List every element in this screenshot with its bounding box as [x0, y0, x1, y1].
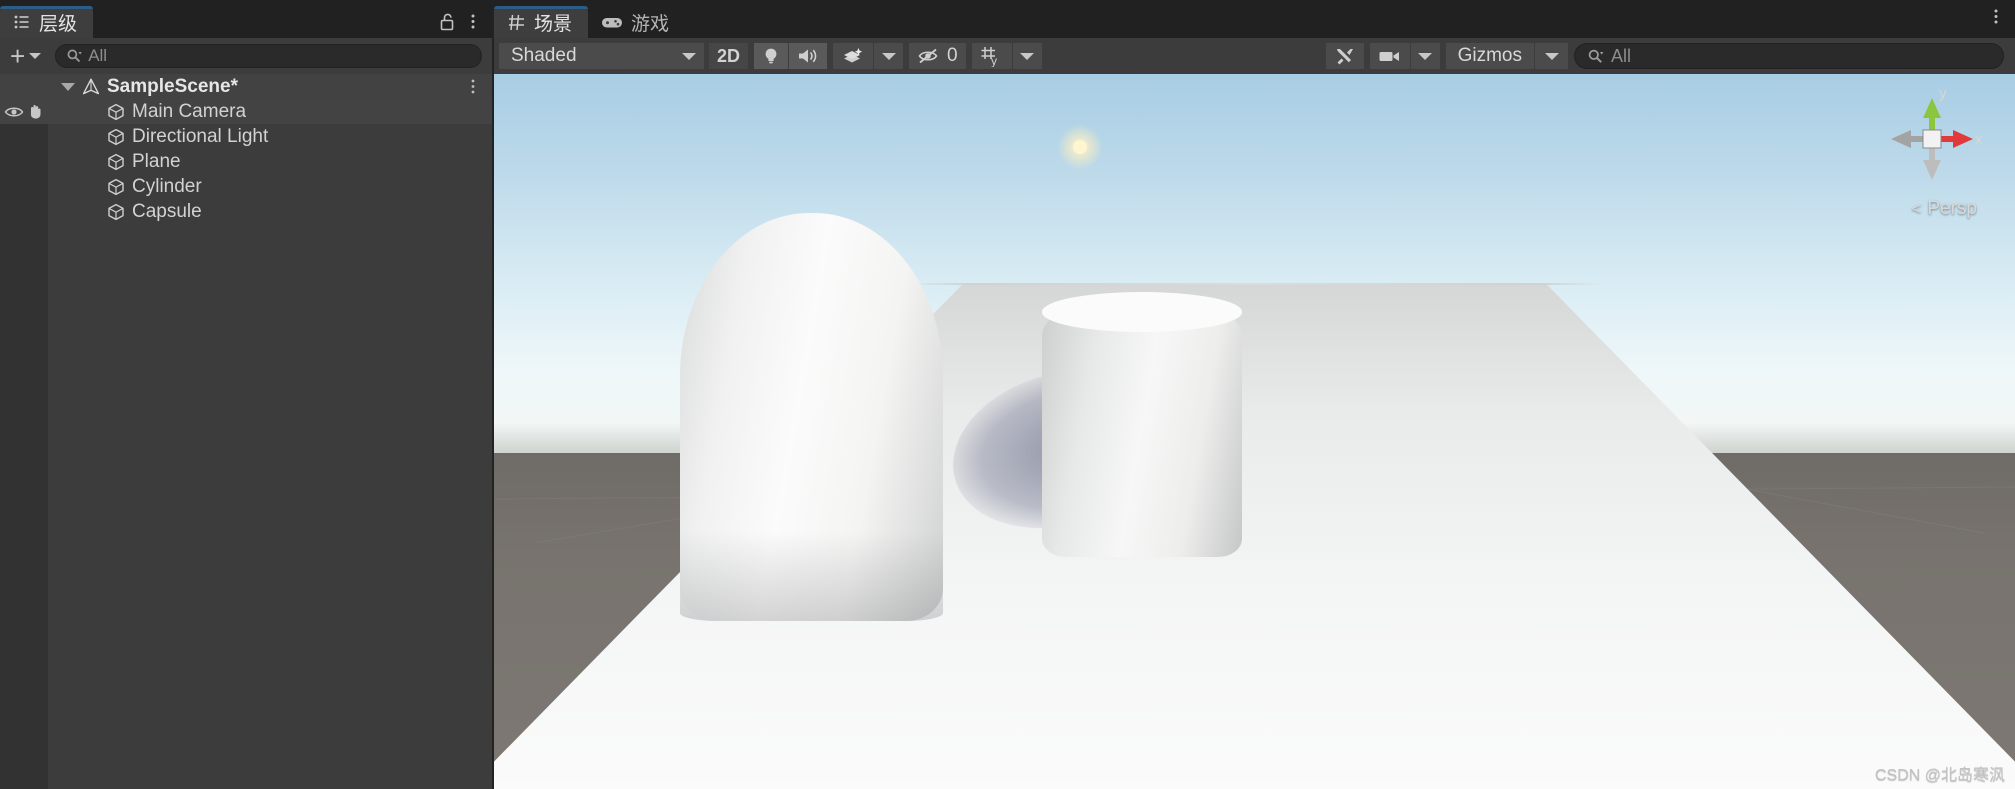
scene-kebab-menu-icon[interactable] — [470, 78, 492, 95]
unity-scene-icon — [81, 77, 101, 97]
hierarchy-list-icon — [13, 13, 31, 31]
unity-editor-window: 层级 + All SampleScene* Main Camera Direct… — [0, 0, 2015, 789]
scene-tools-button[interactable] — [1325, 43, 1365, 69]
table-row[interactable]: SampleScene* — [0, 74, 492, 99]
search-icon — [1587, 48, 1604, 65]
scene-search-input[interactable]: All — [1574, 43, 2004, 69]
effects-dropdown-button[interactable] — [874, 43, 905, 69]
lock-open-icon[interactable] — [439, 12, 456, 31]
gizmos-dropdown[interactable]: Gizmos — [1445, 43, 1568, 69]
scene-tabstrip: 场景 游戏 — [494, 0, 2015, 38]
gizmos-dropdown-arrow[interactable] — [1534, 43, 1568, 69]
tab-game[interactable]: 游戏 — [588, 6, 685, 38]
cylinder-object[interactable] — [1041, 292, 1243, 557]
table-row[interactable]: Directional Light — [0, 124, 492, 149]
tab-scene[interactable]: 场景 — [494, 6, 589, 38]
scene-camera-dropdown-button[interactable] — [1410, 43, 1441, 69]
svg-text:y: y — [1939, 85, 1947, 102]
scene-orientation-gizmo[interactable]: y x — [1877, 84, 1987, 194]
hand-icon[interactable] — [27, 103, 44, 120]
svg-text:y: y — [991, 54, 997, 67]
table-row[interactable]: Main Camera — [0, 99, 492, 124]
capsule-object[interactable] — [679, 213, 943, 621]
scene-search-placeholder: All — [1611, 45, 1632, 66]
watermark-text: CSDN @北岛寒沨 — [1874, 767, 2005, 784]
scene-viewport[interactable]: y x < Persp CSDN @北岛寒沨 — [494, 74, 2015, 789]
scene-grid-icon — [507, 13, 526, 32]
table-row[interactable]: Plane — [0, 149, 492, 174]
grid-visibility-button[interactable]: y — [971, 43, 1013, 69]
hierarchy-search-placeholder: All — [88, 46, 108, 65]
scene-camera-button[interactable] — [1369, 43, 1411, 69]
2d-toggle-button[interactable]: 2D — [709, 43, 750, 69]
projection-prefix: < — [1911, 199, 1922, 218]
cylinder-top-cap — [1041, 292, 1243, 332]
create-plus-label: + — [10, 41, 26, 71]
grid-y-icon: y — [980, 45, 1004, 68]
chevron-down-icon[interactable] — [29, 53, 42, 59]
list-item-label: Capsule — [132, 200, 202, 222]
expand-triangle-icon[interactable] — [61, 82, 75, 91]
chevron-down-icon — [881, 52, 896, 60]
lighting-toggle-button[interactable] — [754, 43, 790, 69]
fx-sparkle-icon — [841, 46, 865, 66]
list-item-label: SampleScene* — [107, 75, 238, 97]
gameobject-cube-icon — [106, 177, 126, 197]
list-item-label: Main Camera — [132, 100, 247, 122]
chevron-down-icon — [1020, 52, 1035, 60]
create-gameobject-button[interactable]: + — [6, 41, 45, 71]
chevron-down-icon — [682, 52, 696, 60]
audio-toggle-button[interactable] — [789, 43, 829, 69]
tab-hierarchy-label: 层级 — [39, 13, 78, 35]
gamepad-icon — [601, 15, 623, 30]
hidden-objects-button[interactable]: 0 — [909, 43, 967, 69]
projection-label-text: Persp — [1927, 198, 1977, 219]
row-gutter — [0, 103, 48, 120]
wrench-pencil-icon — [1334, 46, 1356, 66]
draw-mode-label: Shaded — [511, 45, 577, 66]
gizmos-label: Gizmos — [1457, 45, 1522, 66]
capsule-ao — [679, 531, 943, 621]
eye-icon[interactable] — [4, 105, 24, 119]
projection-mode-label[interactable]: < Persp — [1911, 198, 1977, 220]
gameobject-cube-icon — [106, 127, 126, 147]
lightbulb-icon — [762, 46, 780, 66]
chevron-down-icon — [1544, 52, 1559, 60]
table-row[interactable]: Cylinder — [0, 174, 492, 199]
gameobject-cube-icon — [106, 202, 126, 222]
hierarchy-tabstrip: 层级 — [0, 0, 492, 38]
scene-panel-menu-button[interactable] — [1993, 7, 2015, 38]
sun-flare-gizmo — [1056, 124, 1103, 171]
tab-game-label: 游戏 — [631, 13, 670, 35]
grid-dropdown-button[interactable] — [1012, 43, 1043, 69]
draw-mode-dropdown[interactable]: Shaded — [499, 43, 704, 69]
list-item-label: Plane — [132, 150, 181, 172]
2d-toggle-label: 2D — [717, 45, 741, 66]
kebab-menu-icon[interactable] — [470, 12, 476, 31]
kebab-menu-icon[interactable] — [1993, 7, 1999, 26]
svg-text:x: x — [1975, 131, 1983, 148]
gameobject-cube-icon — [106, 102, 126, 122]
tab-hierarchy[interactable]: 层级 — [0, 6, 94, 38]
hierarchy-search-input[interactable]: All — [55, 44, 482, 68]
table-row[interactable]: Capsule — [0, 199, 492, 224]
list-item-label: Cylinder — [132, 175, 202, 197]
eye-crossed-icon — [917, 47, 941, 65]
gameobject-cube-icon — [106, 152, 126, 172]
tab-scene-label: 场景 — [534, 13, 573, 35]
list-item-label: Directional Light — [132, 125, 269, 147]
hierarchy-toolbar: + All — [0, 38, 492, 74]
search-icon — [66, 48, 82, 64]
scene-toolbar: Shaded 2D 0 y Gizmos All — [494, 38, 2015, 74]
scene-panel: 场景 游戏 Shaded 2D 0 y Gizmos All y x < Per… — [494, 0, 2015, 789]
camera-icon — [1378, 48, 1402, 64]
effects-toggle-button[interactable] — [833, 43, 875, 69]
hierarchy-tab-actions — [439, 12, 492, 38]
hierarchy-tree[interactable]: SampleScene* Main Camera Directional Lig… — [0, 74, 492, 789]
chevron-down-icon — [1418, 52, 1433, 60]
hierarchy-panel: 层级 + All SampleScene* Main Camera Direct… — [0, 0, 492, 789]
hidden-objects-count: 0 — [947, 45, 958, 66]
speaker-icon — [797, 47, 819, 65]
